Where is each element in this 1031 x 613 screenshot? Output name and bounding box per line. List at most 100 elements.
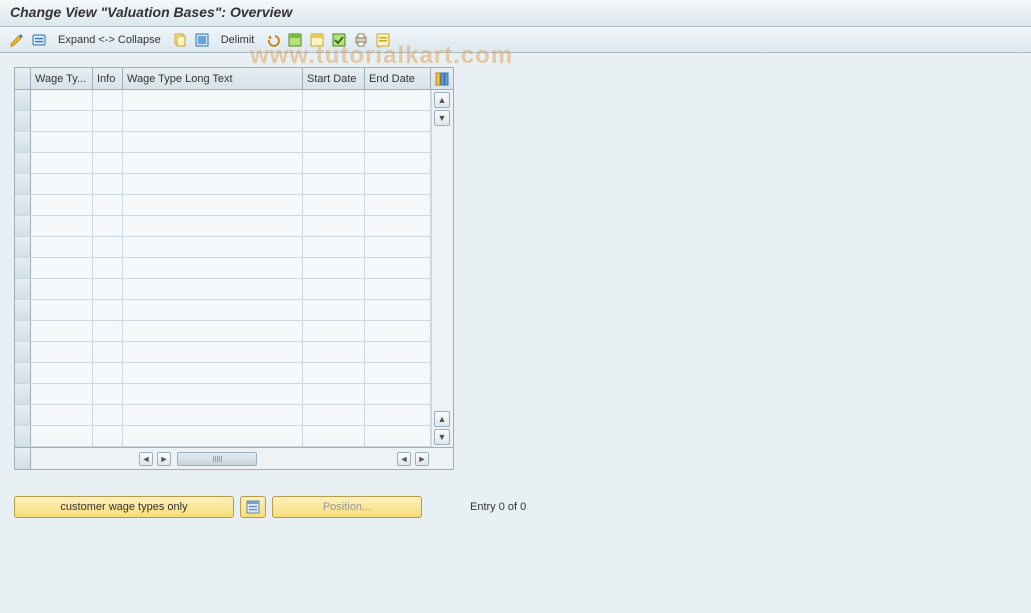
cell-start-date[interactable] <box>303 363 365 383</box>
cell-end-date[interactable] <box>365 342 431 362</box>
table-row[interactable] <box>15 279 431 300</box>
row-selector[interactable] <box>15 384 31 404</box>
cell-end-date[interactable] <box>365 237 431 257</box>
cell-long-text[interactable] <box>123 426 303 446</box>
row-selector[interactable] <box>15 363 31 383</box>
table-row[interactable] <box>15 342 431 363</box>
scroll-left-end-icon[interactable]: ◄ <box>397 452 411 466</box>
cell-info[interactable] <box>93 279 123 299</box>
cell-start-date[interactable] <box>303 195 365 215</box>
expand-collapse-button[interactable]: Expand <-> Collapse <box>52 32 167 48</box>
cell-start-date[interactable] <box>303 342 365 362</box>
cell-wage-type[interactable] <box>31 153 93 173</box>
cell-long-text[interactable] <box>123 405 303 425</box>
cell-info[interactable] <box>93 111 123 131</box>
table-row[interactable] <box>15 132 431 153</box>
table-row[interactable] <box>15 258 431 279</box>
cell-start-date[interactable] <box>303 258 365 278</box>
cell-wage-type[interactable] <box>31 216 93 236</box>
cell-wage-type[interactable] <box>31 405 93 425</box>
scroll-right-start-icon[interactable]: ► <box>157 452 171 466</box>
col-header-long-text[interactable]: Wage Type Long Text <box>123 68 303 89</box>
row-selector[interactable] <box>15 90 31 110</box>
scroll-up-bottom-icon[interactable]: ▲ <box>434 411 450 427</box>
cell-long-text[interactable] <box>123 195 303 215</box>
cell-info[interactable] <box>93 90 123 110</box>
table-row[interactable] <box>15 321 431 342</box>
cell-wage-type[interactable] <box>31 132 93 152</box>
cell-wage-type[interactable] <box>31 321 93 341</box>
cell-start-date[interactable] <box>303 426 365 446</box>
cell-long-text[interactable] <box>123 90 303 110</box>
table-row[interactable] <box>15 300 431 321</box>
row-selector[interactable] <box>15 153 31 173</box>
cell-long-text[interactable] <box>123 258 303 278</box>
delimit-button[interactable]: Delimit <box>215 32 261 48</box>
scroll-left-start-icon[interactable]: ◄ <box>139 452 153 466</box>
col-header-info[interactable]: Info <box>93 68 123 89</box>
cell-wage-type[interactable] <box>31 384 93 404</box>
cell-start-date[interactable] <box>303 216 365 236</box>
cell-end-date[interactable] <box>365 384 431 404</box>
col-header-start-date[interactable]: Start Date <box>303 68 365 89</box>
cell-wage-type[interactable] <box>31 258 93 278</box>
cell-info[interactable] <box>93 426 123 446</box>
cell-start-date[interactable] <box>303 237 365 257</box>
table-row[interactable] <box>15 195 431 216</box>
cell-start-date[interactable] <box>303 405 365 425</box>
cell-start-date[interactable] <box>303 321 365 341</box>
row-selector[interactable] <box>15 300 31 320</box>
cell-wage-type[interactable] <box>31 300 93 320</box>
cell-wage-type[interactable] <box>31 195 93 215</box>
cell-info[interactable] <box>93 216 123 236</box>
cell-end-date[interactable] <box>365 279 431 299</box>
cell-start-date[interactable] <box>303 279 365 299</box>
row-selector[interactable] <box>15 321 31 341</box>
cell-wage-type[interactable] <box>31 174 93 194</box>
cell-info[interactable] <box>93 174 123 194</box>
cell-wage-type[interactable] <box>31 426 93 446</box>
table-row[interactable] <box>15 405 431 426</box>
cell-end-date[interactable] <box>365 174 431 194</box>
grid-corner[interactable] <box>15 68 31 89</box>
cell-long-text[interactable] <box>123 300 303 320</box>
undo-icon[interactable] <box>264 31 282 49</box>
cell-start-date[interactable] <box>303 90 365 110</box>
cell-long-text[interactable] <box>123 237 303 257</box>
column-config-icon[interactable] <box>431 68 453 89</box>
cell-info[interactable] <box>93 132 123 152</box>
table-row[interactable] <box>15 153 431 174</box>
config-icon[interactable] <box>330 31 348 49</box>
cell-info[interactable] <box>93 195 123 215</box>
table-row[interactable] <box>15 384 431 405</box>
horizontal-scrollbar[interactable]: ◄ ► ◄ ► <box>31 448 453 469</box>
cell-long-text[interactable] <box>123 279 303 299</box>
cell-info[interactable] <box>93 363 123 383</box>
position-button[interactable]: Position... <box>272 496 422 518</box>
cell-end-date[interactable] <box>365 426 431 446</box>
cell-end-date[interactable] <box>365 153 431 173</box>
cell-end-date[interactable] <box>365 300 431 320</box>
col-header-end-date[interactable]: End Date <box>365 68 431 89</box>
row-selector[interactable] <box>15 216 31 236</box>
cell-long-text[interactable] <box>123 111 303 131</box>
print-icon[interactable] <box>352 31 370 49</box>
scroll-down-icon[interactable]: ▼ <box>434 110 450 126</box>
cell-info[interactable] <box>93 405 123 425</box>
cell-end-date[interactable] <box>365 258 431 278</box>
cell-info[interactable] <box>93 342 123 362</box>
other-view-icon[interactable] <box>30 31 48 49</box>
table-row[interactable] <box>15 90 431 111</box>
cell-wage-type[interactable] <box>31 237 93 257</box>
cell-start-date[interactable] <box>303 153 365 173</box>
hscroll-thumb[interactable] <box>177 452 257 466</box>
cell-wage-type[interactable] <box>31 111 93 131</box>
select-all-icon[interactable] <box>193 31 211 49</box>
cell-long-text[interactable] <box>123 174 303 194</box>
cell-info[interactable] <box>93 384 123 404</box>
variant-icon[interactable] <box>374 31 392 49</box>
cell-wage-type[interactable] <box>31 90 93 110</box>
col-header-wage-type[interactable]: Wage Ty... <box>31 68 93 89</box>
cell-long-text[interactable] <box>123 321 303 341</box>
customer-wage-types-button[interactable]: customer wage types only <box>14 496 234 518</box>
